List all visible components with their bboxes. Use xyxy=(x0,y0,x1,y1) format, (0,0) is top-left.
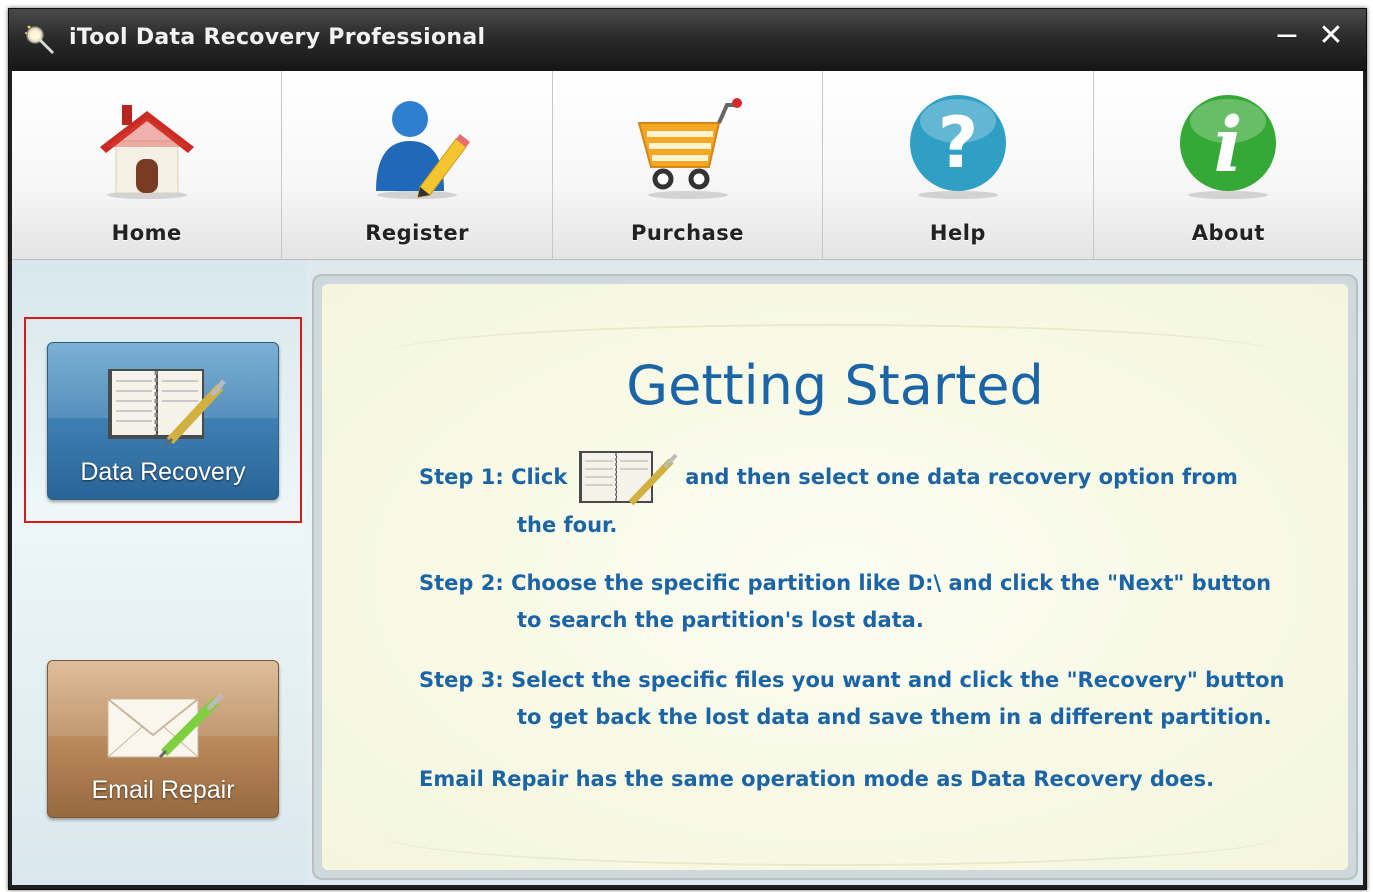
cart-icon xyxy=(637,98,742,199)
toolbar-home-label: Home xyxy=(111,221,182,245)
page-title: Getting Started xyxy=(626,354,1044,417)
window-title: iTool Data Recovery Professional xyxy=(69,25,486,50)
data-recovery-button[interactable]: Data Recovery xyxy=(47,342,279,500)
step-3-line-1: Step 3: Select the specific files you wa… xyxy=(419,668,1285,692)
info-icon: i xyxy=(1180,95,1277,199)
title-bar[interactable]: iTool Data Recovery Professional − ✕ xyxy=(9,9,1366,71)
sidebar: Data Recovery Email Repair xyxy=(12,260,307,885)
email-repair-label: Email Repair xyxy=(91,776,235,804)
step-3-line-2: to get back the lost data and save them … xyxy=(517,705,1272,729)
home-icon xyxy=(99,105,194,199)
toolbar-register-button[interactable]: Register xyxy=(282,71,553,259)
step-1-continuation: the four. xyxy=(517,513,618,537)
step-3: Step 3: Select the specific files you wa… xyxy=(419,662,1299,736)
getting-started-inner: Getting Started Step 1: Click and then s… xyxy=(322,284,1348,870)
data-recovery-label: Data Recovery xyxy=(80,458,246,486)
step-2-line-2: to search the partition's lost data. xyxy=(517,608,924,632)
register-icon xyxy=(376,101,471,199)
close-button[interactable]: ✕ xyxy=(1314,19,1348,53)
step-1-prefix: Step 1: Click xyxy=(419,465,568,489)
step-2: Step 2: Choose the specific partition li… xyxy=(419,565,1299,639)
data-recovery-inline-icon xyxy=(579,451,678,506)
step-1: Step 1: Click and then select one data r… xyxy=(419,449,1299,544)
email-repair-icon xyxy=(107,693,224,759)
content-area: Data Recovery Email Repair Getting Start… xyxy=(12,260,1363,885)
toolbar-purchase-label: Purchase xyxy=(631,221,745,245)
toolbar-about-button[interactable]: i About xyxy=(1094,71,1363,259)
email-repair-button[interactable]: Email Repair xyxy=(47,660,279,818)
toolbar-help-button[interactable]: ? Help xyxy=(823,71,1094,259)
svg-text:i: i xyxy=(1214,100,1243,189)
step-1-suffix: and then select one data recovery option… xyxy=(685,465,1238,489)
getting-started-panel: Getting Started Step 1: Click and then s… xyxy=(312,274,1358,880)
toolbar-about-label: About xyxy=(1191,221,1265,245)
decor-swoosh-bottom xyxy=(382,804,1282,866)
email-repair-note: Email Repair has the same operation mode… xyxy=(419,767,1215,791)
app-window: iTool Data Recovery Professional − ✕ Hom… xyxy=(8,8,1367,890)
toolbar: Home Register Purchase ? Help i About xyxy=(12,71,1363,260)
help-icon: ? xyxy=(909,95,1006,199)
svg-text:?: ? xyxy=(938,102,979,184)
step-2-line-1: Step 2: Choose the specific partition li… xyxy=(419,571,1272,595)
toolbar-home-button[interactable]: Home xyxy=(12,71,283,259)
toolbar-help-label: Help xyxy=(929,221,986,245)
minimize-button[interactable]: − xyxy=(1270,19,1304,53)
toolbar-purchase-button[interactable]: Purchase xyxy=(553,71,824,259)
app-logo-icon xyxy=(25,25,55,55)
toolbar-register-label: Register xyxy=(365,221,469,245)
data-recovery-icon xyxy=(108,369,226,447)
